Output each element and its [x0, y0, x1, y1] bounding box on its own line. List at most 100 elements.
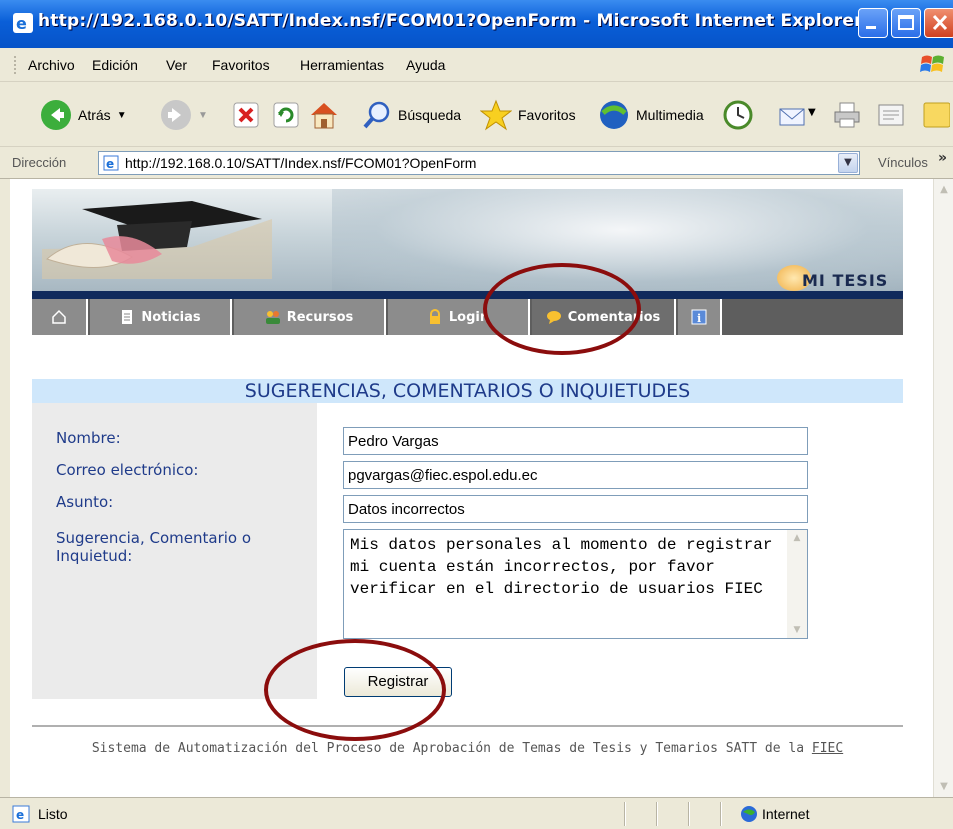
links-label[interactable]: Vínculos [878, 155, 928, 170]
footer-divider [32, 725, 903, 727]
address-input[interactable]: e http://192.168.0.10/SATT/Index.nsf/FCO… [98, 151, 860, 175]
stop-icon[interactable] [232, 101, 260, 129]
edit-icon[interactable] [876, 101, 906, 129]
textarea-scroll-up[interactable]: ▲ [789, 530, 805, 546]
site-navigation: Noticias Recursos Login Comentarios i [32, 299, 903, 335]
address-label: Dirección [12, 155, 67, 170]
maximize-button[interactable] [891, 8, 921, 38]
annotation-circle-registrar [264, 639, 446, 741]
favorites-label: Favoritos [518, 107, 576, 123]
graduation-cap-icon [42, 201, 272, 279]
status-text: Listo [38, 806, 68, 822]
svg-text:e: e [16, 14, 27, 33]
back-button[interactable]: Atrás ▼ [40, 99, 127, 131]
minimize-icon [866, 26, 876, 29]
banner-divider [32, 291, 903, 299]
footer-text: Sistema de Automatización del Proceso de… [32, 741, 903, 756]
print-icon[interactable] [832, 101, 862, 129]
mail-icon[interactable] [778, 101, 808, 129]
label-correo: Correo electrónico: [56, 461, 199, 479]
messenger-icon[interactable] [920, 99, 950, 131]
address-url: http://192.168.0.10/SATT/Index.nsf/FCOM0… [125, 155, 477, 171]
svg-text:e: e [106, 157, 114, 171]
home-icon[interactable] [308, 99, 340, 131]
browser-window: e http://192.168.0.10/SATT/Index.nsf/FCO… [0, 0, 953, 829]
back-label: Atrás [78, 107, 111, 123]
forward-dropdown-icon[interactable]: ▼ [198, 110, 208, 121]
nav-label-recursos: Recursos [286, 309, 354, 325]
label-sugerencia: Sugerencia, Comentario o Inquietud: [56, 529, 252, 565]
home-icon [52, 309, 66, 324]
media-label: Multimedia [636, 107, 704, 123]
forward-button[interactable]: ▼ [160, 99, 208, 131]
svg-text:i: i [697, 312, 701, 325]
maximize-icon [898, 15, 914, 30]
close-button[interactable] [924, 8, 953, 38]
page-icon: e [103, 155, 119, 171]
nav-info[interactable]: i [678, 299, 722, 335]
media-icon [600, 101, 628, 129]
search-icon [363, 101, 390, 129]
svg-text:e: e [16, 808, 24, 822]
page-content: MI TESIS Noticias Recursos Login Comenta… [10, 179, 933, 797]
info-icon: i [691, 309, 707, 325]
links-more-button[interactable]: » [938, 150, 947, 166]
scroll-up-icon[interactable]: ▲ [936, 181, 952, 198]
status-separator [720, 802, 722, 826]
menu-edicion[interactable]: Edición [92, 57, 138, 73]
nav-recursos[interactable]: Recursos [234, 299, 386, 335]
windows-logo-icon [920, 55, 944, 72]
annotation-circle-comentarios [483, 263, 641, 355]
title-bar[interactable]: e http://192.168.0.10/SATT/Index.nsf/FCO… [0, 0, 953, 48]
address-dropdown-button[interactable]: ▼ [838, 153, 858, 173]
nav-noticias[interactable]: Noticias [90, 299, 232, 335]
forward-arrow-icon [161, 100, 191, 130]
media-button[interactable]: Multimedia [598, 99, 704, 131]
label-asunto: Asunto: [56, 493, 114, 511]
email-field[interactable]: pgvargas@fiec.espol.edu.ec [343, 461, 808, 489]
page-status-icon: e [12, 805, 30, 823]
menu-bar: Archivo Edición Ver Favoritos Herramient… [0, 48, 953, 82]
footer-link-fiec[interactable]: FIEC [812, 741, 843, 756]
security-zone: Internet [762, 806, 810, 822]
favorites-button[interactable]: Favoritos [480, 99, 576, 131]
menu-ver[interactable]: Ver [166, 57, 187, 73]
globe-icon [741, 806, 757, 822]
address-bar: Dirección e http://192.168.0.10/SATT/Ind… [0, 147, 953, 179]
comment-textarea[interactable]: Mis datos personales al momento de regis… [343, 529, 808, 639]
nav-home[interactable] [32, 299, 88, 335]
site-banner: MI TESIS [32, 189, 903, 291]
textarea-scroll-down[interactable]: ▼ [789, 622, 805, 638]
scroll-down-icon[interactable]: ▼ [936, 778, 952, 795]
site-logo-text: MI TESIS [802, 271, 889, 290]
refresh-icon[interactable] [272, 101, 300, 129]
nombre-field[interactable]: Pedro Vargas [343, 427, 808, 455]
back-arrow-icon [41, 100, 71, 130]
search-button[interactable]: Búsqueda [362, 100, 461, 130]
status-separator [656, 802, 658, 826]
ie-icon: e [13, 13, 33, 33]
menu-favoritos[interactable]: Favoritos [212, 57, 270, 73]
search-label: Búsqueda [398, 107, 462, 123]
page-scrollbar[interactable]: ▲ ▼ [933, 179, 953, 797]
lock-icon [429, 309, 440, 324]
form-title: SUGERENCIAS, COMENTARIOS O INQUIETUDES [32, 379, 903, 403]
history-icon[interactable] [722, 99, 754, 131]
minimize-button[interactable] [858, 8, 888, 38]
menu-herramientas[interactable]: Herramientas [300, 57, 384, 73]
mail-dropdown-icon[interactable]: ▼ [808, 107, 816, 118]
comment-text: Mis datos personales al momento de regis… [350, 536, 783, 598]
menu-grip [14, 56, 17, 74]
back-dropdown-icon[interactable]: ▼ [117, 110, 127, 121]
close-icon [932, 14, 948, 31]
asunto-field[interactable]: Datos incorrectos [343, 495, 808, 523]
menu-archivo[interactable]: Archivo [28, 57, 75, 73]
nav-label-noticias: Noticias [141, 309, 201, 325]
menu-ayuda[interactable]: Ayuda [406, 57, 445, 73]
status-separator [688, 802, 690, 826]
star-icon [480, 99, 512, 131]
label-nombre: Nombre: [56, 429, 121, 447]
people-icon [265, 311, 280, 324]
status-bar: e Listo Internet [0, 797, 953, 829]
textarea-scrollbar[interactable]: ▲ ▼ [787, 530, 807, 638]
